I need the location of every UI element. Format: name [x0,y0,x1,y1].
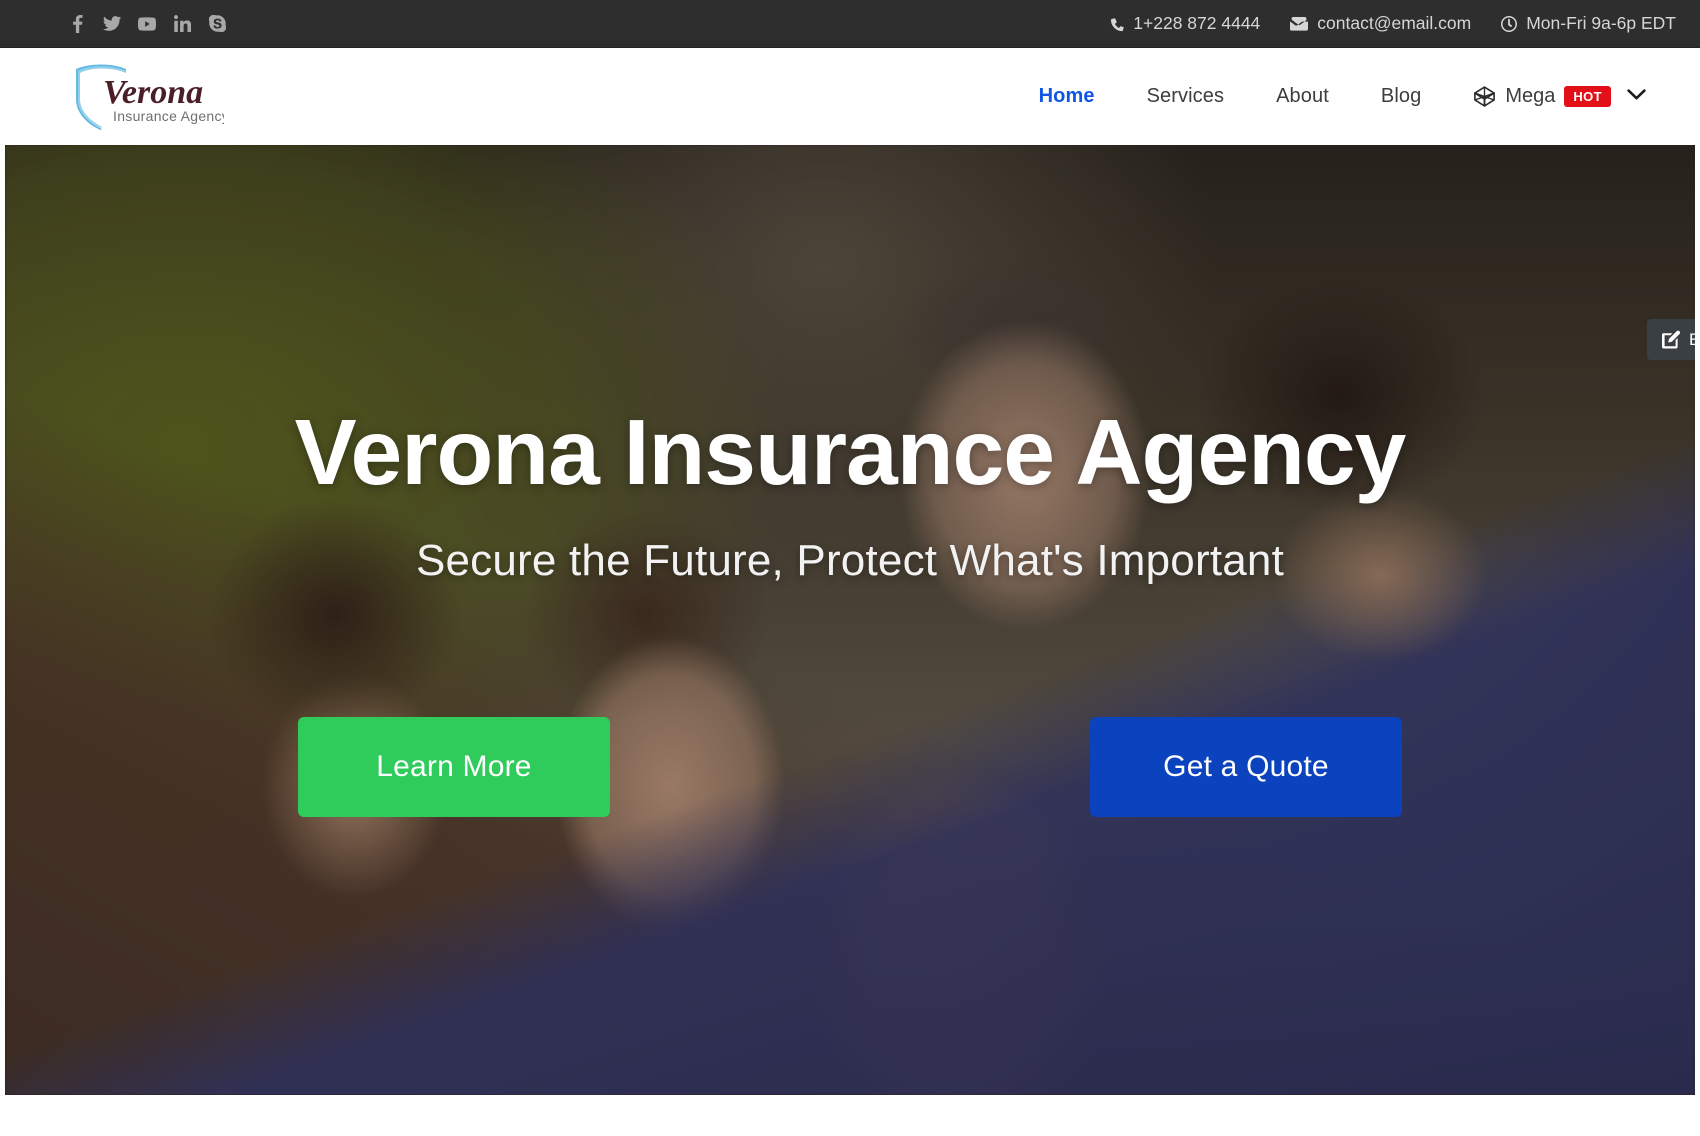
top-utility-bar: 1+228 872 4444 contact@email.com Mon-Fri… [0,0,1700,48]
email-info[interactable]: contact@email.com [1290,13,1471,34]
chevron-down-icon[interactable] [1627,88,1646,106]
skype-icon[interactable] [208,15,226,33]
hours-text: Mon-Fri 9a-6p EDT [1526,13,1676,33]
octahedron-icon [1474,86,1496,107]
nav-mega-label: Mega [1505,85,1556,107]
phone-text: 1+228 872 4444 [1133,13,1261,33]
nav-item-home[interactable]: Home [1013,85,1121,108]
youtube-icon[interactable] [138,15,156,33]
edit-square-icon [1662,330,1680,348]
main-navigation: Home Services About Blog Mega HOT [1013,85,1676,108]
hero-subtitle: Secure the Future, Protect What's Import… [415,535,1285,585]
hours-info: Mon-Fri 9a-6p EDT [1501,13,1676,34]
twitter-icon[interactable] [103,15,121,33]
facebook-icon[interactable] [68,14,86,33]
hero-banner: Verona Insurance Agency Secure the Futur… [5,145,1695,1095]
site-header: Verona Insurance Agency Home Services Ab… [0,48,1700,145]
phone-icon [1111,18,1125,32]
site-logo[interactable]: Verona Insurance Agency [56,62,224,132]
get-a-quote-button[interactable]: Get a Quote [1090,716,1402,817]
hero-cta-group: Learn More Get a Quote [298,716,1402,817]
nav-item-services[interactable]: Services [1121,85,1251,108]
hero-title: Verona Insurance Agency [294,400,1407,504]
nav-item-blog[interactable]: Blog [1355,85,1447,108]
logo-shield-icon: Verona Insurance Agency [76,64,224,130]
edit-page-label: Edit [1689,329,1695,349]
hot-badge: HOT [1564,86,1611,107]
edit-page-tab[interactable]: Edit [1647,319,1695,360]
email-text: contact@email.com [1317,13,1472,33]
phone-info[interactable]: 1+228 872 4444 [1111,13,1260,34]
svg-text:Verona: Verona [103,74,203,111]
nav-item-about[interactable]: About [1250,85,1355,108]
page-bottom-spacer [0,1095,1700,1136]
clock-icon [1501,15,1518,32]
linkedin-icon[interactable] [173,15,191,33]
contact-info: 1+228 872 4444 contact@email.com Mon-Fri… [1111,13,1676,34]
svg-text:Insurance Agency: Insurance Agency [113,108,224,124]
learn-more-button[interactable]: Learn More [298,716,610,817]
social-links [68,14,226,33]
envelope-icon [1290,16,1309,31]
nav-item-mega[interactable]: Mega HOT [1447,85,1615,108]
